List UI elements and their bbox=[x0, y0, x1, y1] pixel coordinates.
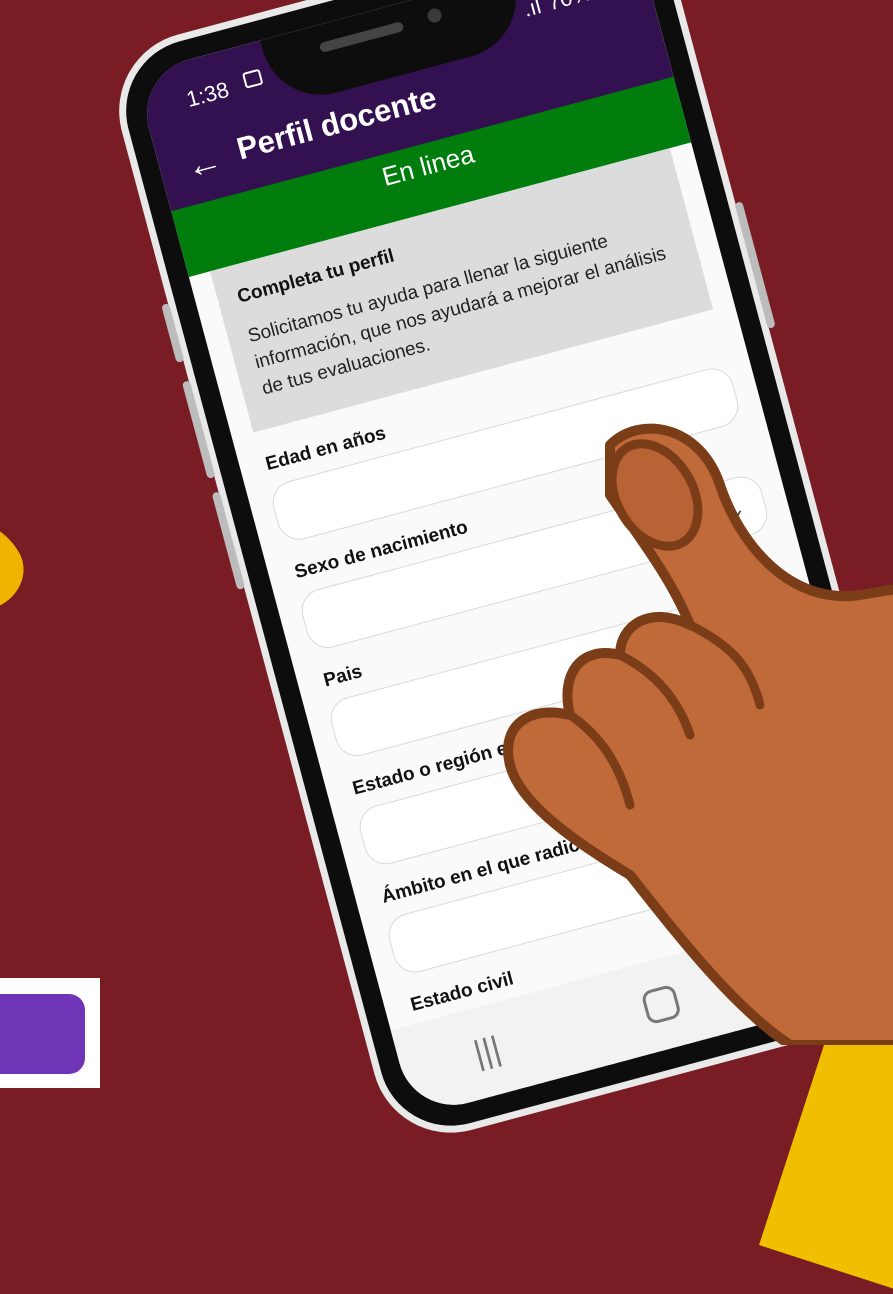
battery-level: 70% bbox=[545, 0, 594, 16]
decorative-drop bbox=[0, 506, 38, 624]
decorative-button bbox=[0, 994, 85, 1074]
side-button bbox=[211, 491, 246, 591]
gallery-icon bbox=[241, 68, 264, 89]
side-button bbox=[161, 303, 185, 364]
status-time: 1:38 bbox=[183, 76, 232, 113]
side-button bbox=[734, 201, 776, 329]
side-button bbox=[181, 380, 216, 479]
arrow-left-icon[interactable]: ← bbox=[181, 138, 226, 187]
camera bbox=[425, 6, 444, 25]
signal-icon: .ıl bbox=[520, 0, 544, 22]
status-right: .ıl 70% bbox=[521, 0, 616, 23]
speaker bbox=[318, 21, 405, 54]
hand-illustration bbox=[503, 423, 893, 1045]
